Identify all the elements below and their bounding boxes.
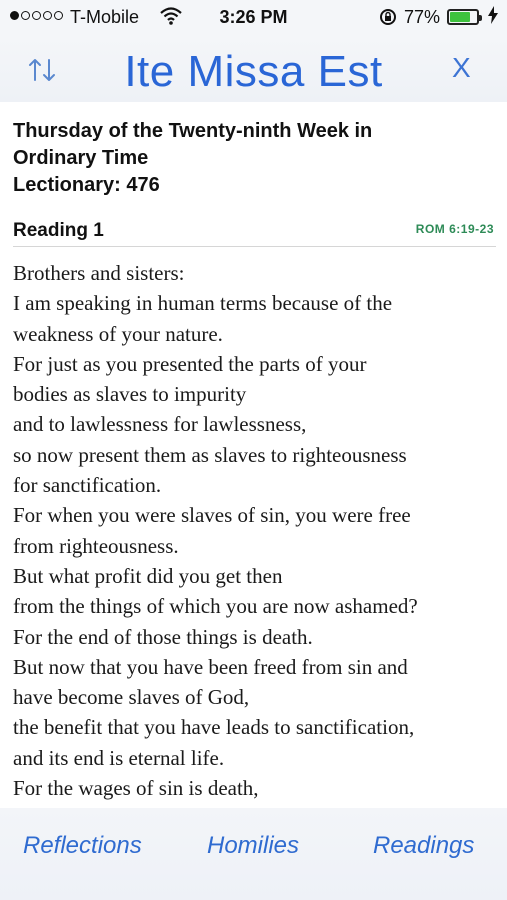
scripture-citation-link[interactable]: ROM 6:19-23 (416, 222, 494, 236)
battery-icon (447, 9, 482, 25)
reading-line: for sanctification. (13, 473, 162, 498)
reading-line: For just as you presented the parts of y… (13, 351, 367, 376)
app-title: Ite Missa Est (124, 47, 383, 96)
reading-line: so now present them as slaves to righteo… (13, 442, 407, 467)
day-title-line: Ordinary Time (13, 147, 149, 169)
rotation-lock-icon (378, 7, 398, 32)
reading-line: from righteousness. (13, 533, 179, 558)
reading-line: For the wages of sin is death, (13, 776, 259, 801)
reading-line: and its end is eternal life. (13, 745, 225, 770)
tab-readings[interactable]: Readings (373, 832, 474, 860)
reading-line: For the end of those things is death. (13, 624, 313, 649)
reading-line: weakness of your nature. (13, 321, 223, 346)
reading-line: from the things of which you are now ash… (13, 594, 418, 619)
reading-line: For when you were slaves of sin, you wer… (13, 503, 411, 528)
lectionary-number: Lectionary: 476 (13, 174, 160, 196)
reading-line: have become slaves of God, (13, 685, 250, 710)
reading-line: Brothers and sisters: (13, 261, 185, 285)
reading-line: I am speaking in human terms because of … (13, 291, 393, 316)
battery-percent: 77% (404, 7, 441, 27)
reading-line: bodies as slaves to impurity (13, 382, 247, 407)
reading-line: and to lawlessness for lawlessness, (13, 412, 307, 437)
reading-label: Reading 1 (13, 220, 104, 241)
reading-line: the benefit that you have leads to sanct… (13, 715, 415, 740)
reading-line: But now that you have been freed from si… (13, 654, 408, 679)
day-title-line: Thursday of the Twenty-ninth Week in (13, 120, 373, 142)
tab-reflections[interactable]: Reflections (23, 832, 142, 860)
status-bar: T-Mobile 3:26 PM 77% (0, 0, 507, 36)
day-title: Thursday of the Twenty-ninth Week in Ord… (13, 118, 483, 199)
tab-homilies[interactable]: Homilies (207, 832, 299, 860)
reading-header: Reading 1 ROM 6:19-23 (13, 220, 496, 247)
reading-text: Brothers and sisters: I am speaking in h… (13, 258, 501, 803)
reading-line: But what profit did you get then (13, 563, 283, 588)
app-header: Ite Missa Est X (0, 36, 507, 102)
charging-icon (488, 6, 498, 29)
bottom-tab-bar: Reflections Homilies Readings (0, 808, 507, 900)
close-button[interactable]: X (452, 52, 471, 84)
